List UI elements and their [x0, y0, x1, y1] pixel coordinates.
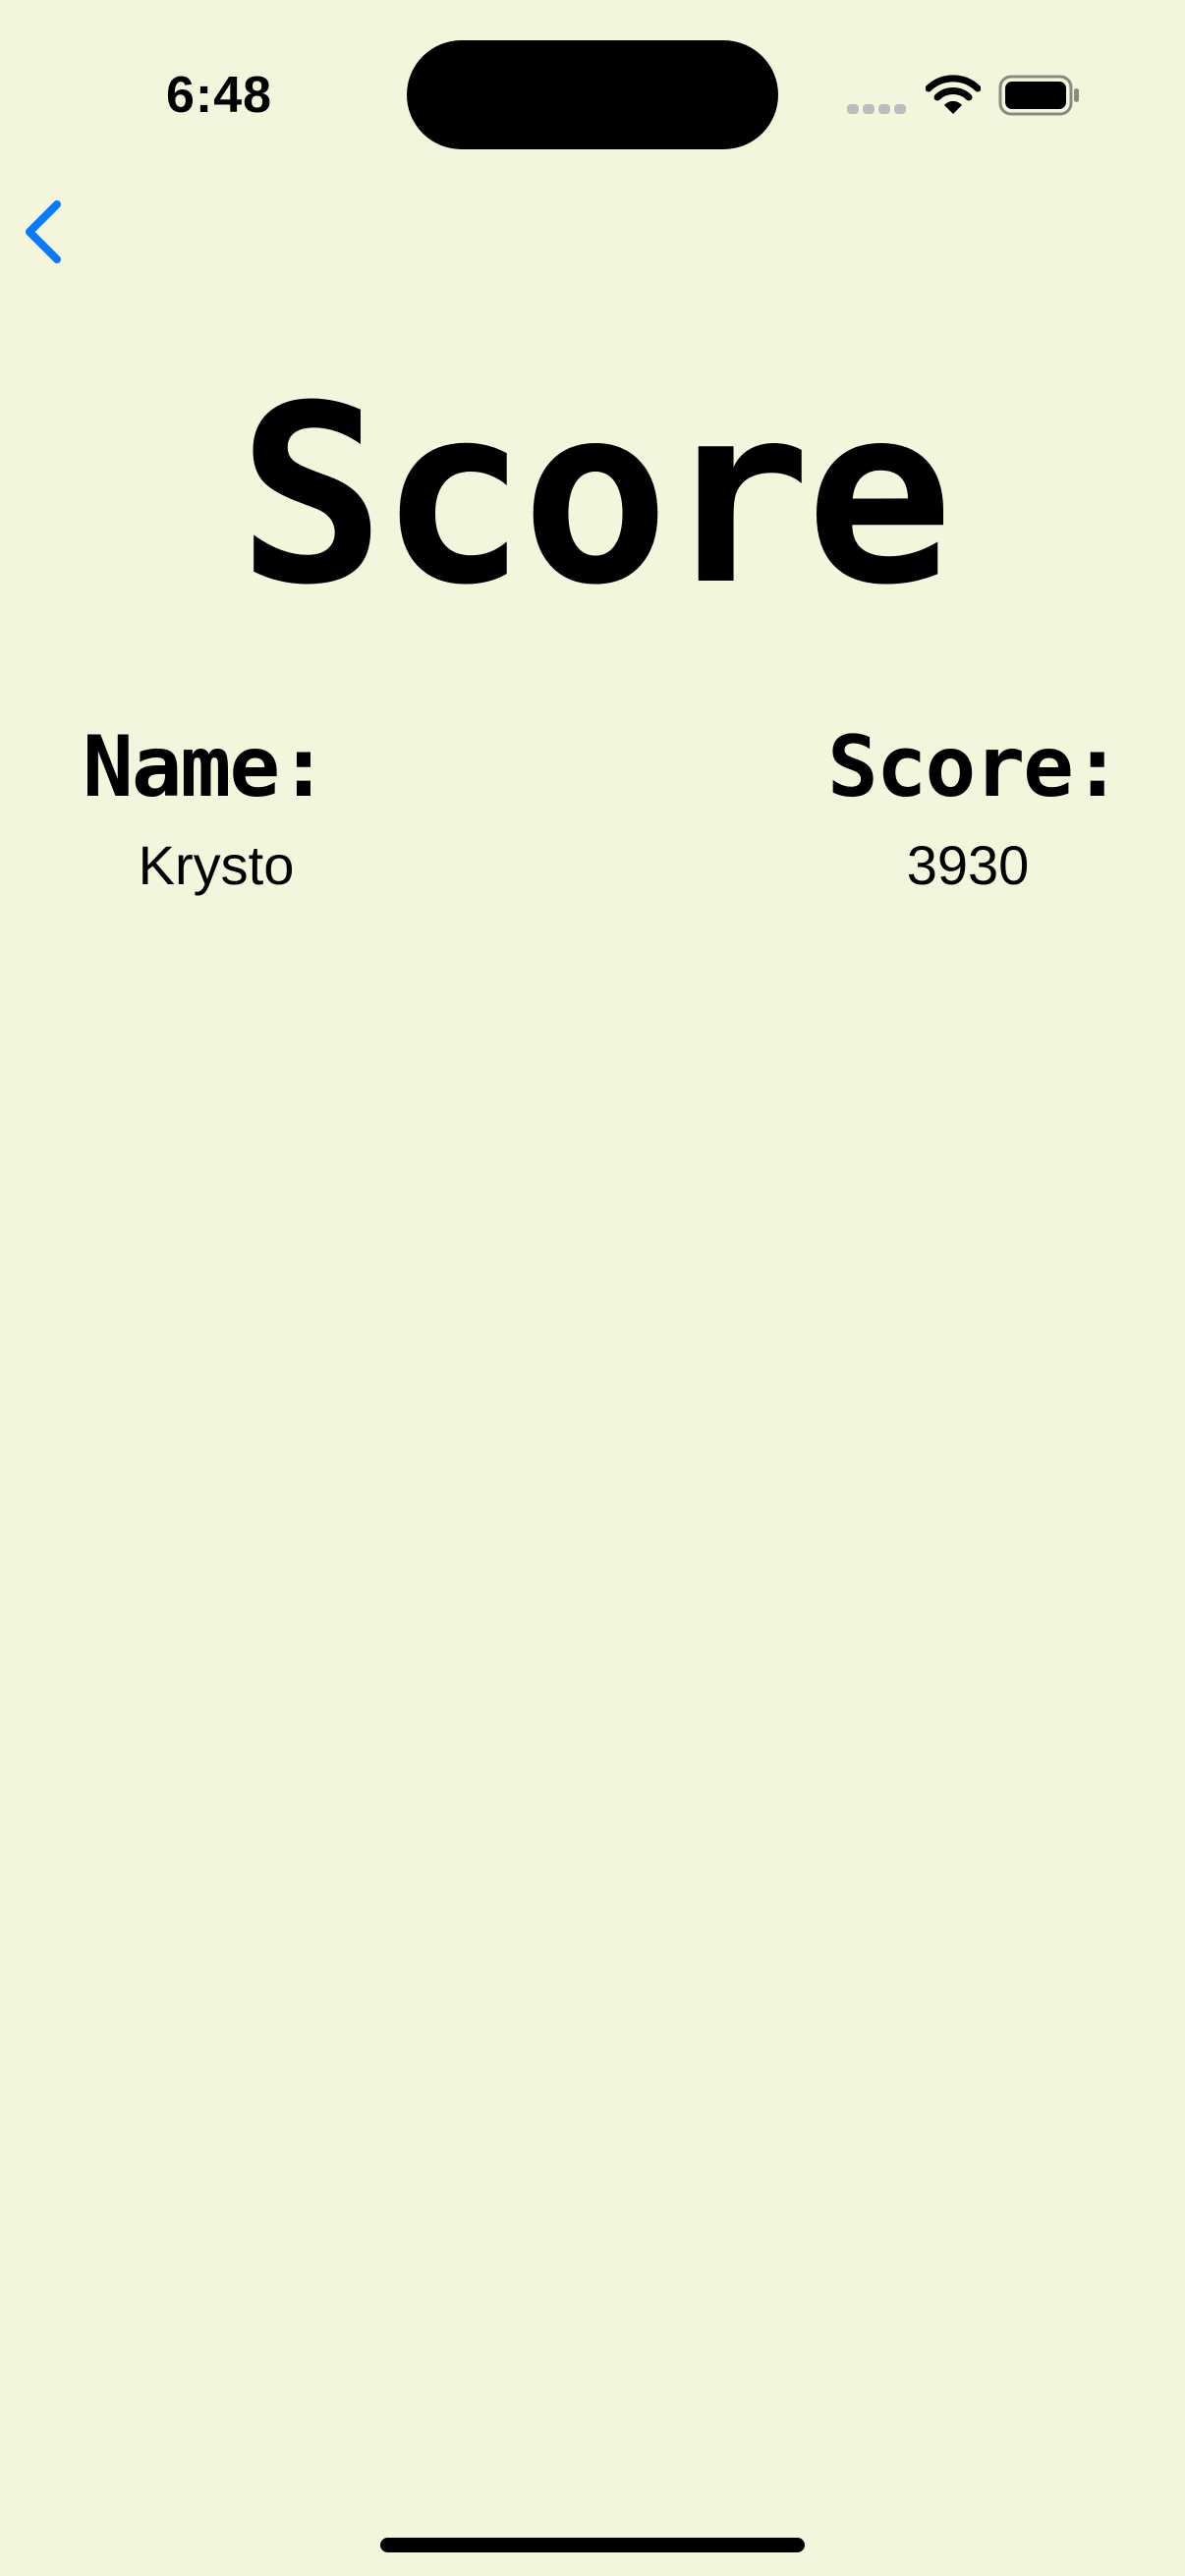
- player-score: 3930: [906, 834, 1030, 896]
- player-name: Krysto: [138, 834, 295, 896]
- back-button[interactable]: [18, 193, 86, 271]
- battery-icon: [998, 75, 1079, 116]
- wifi-icon: [926, 75, 981, 114]
- name-column-header: Name:: [83, 718, 329, 816]
- chevron-left-icon: [26, 200, 61, 263]
- status-bar: 6:48: [0, 0, 1185, 187]
- page-title: Score: [237, 353, 954, 639]
- home-indicator[interactable]: [380, 2538, 805, 2552]
- status-time: 6:48: [165, 67, 273, 124]
- cellular-signal-icon: [847, 104, 906, 114]
- score-column-header: Score:: [827, 718, 1123, 816]
- dynamic-island: [407, 40, 778, 149]
